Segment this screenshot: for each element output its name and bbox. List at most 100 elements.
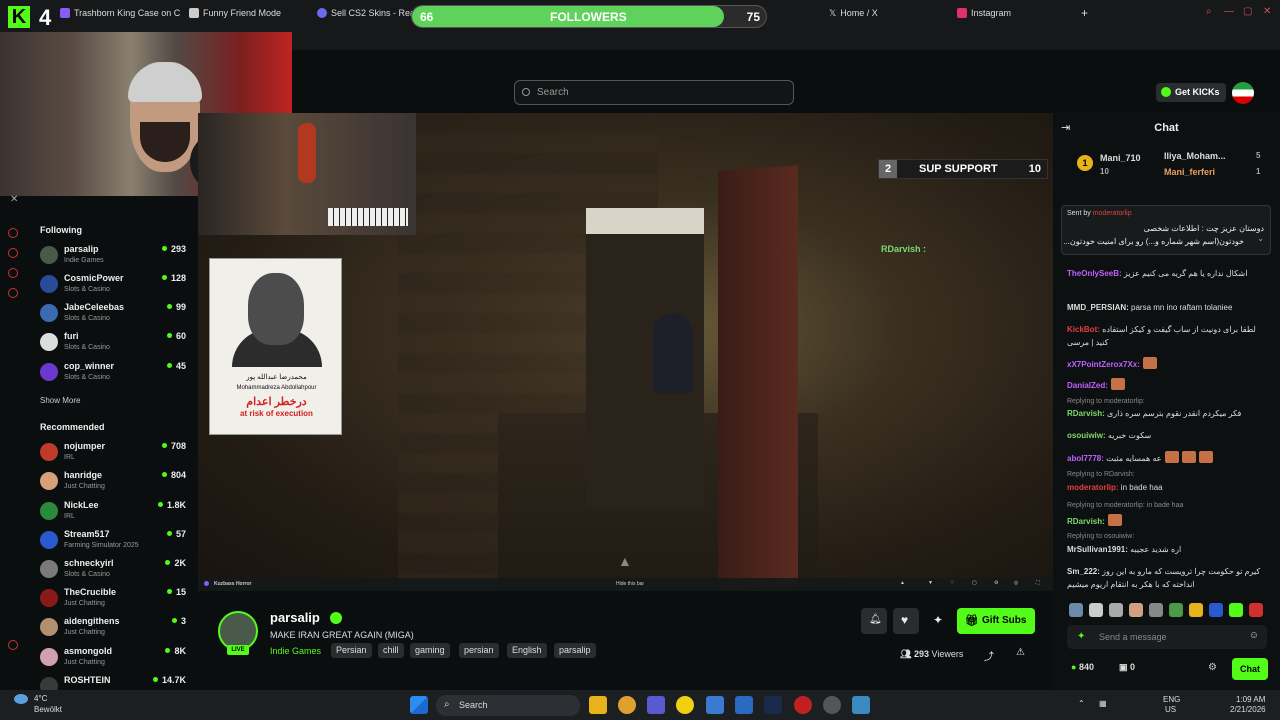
- home-icon[interactable]: [8, 228, 18, 238]
- settings-icon[interactable]: ⚙: [994, 580, 998, 586]
- sidebar-channel-furi[interactable]: furi Slots & Casino 60: [40, 331, 190, 359]
- outlook-icon[interactable]: [735, 696, 753, 714]
- sparkle-icon[interactable]: ✦: [933, 613, 943, 627]
- kick-logo[interactable]: K: [8, 6, 30, 28]
- sidebar-channel-jabeceleebas[interactable]: JabeCeleebas Slots & Casino 99: [40, 302, 190, 330]
- emote[interactable]: [1089, 603, 1103, 617]
- windows-start-icon[interactable]: [410, 696, 428, 714]
- theater-icon[interactable]: ◎: [1014, 580, 1018, 586]
- app-icon[interactable]: [618, 696, 636, 714]
- emote[interactable]: [1169, 603, 1183, 617]
- new-tab-button[interactable]: +: [1081, 6, 1088, 20]
- emoji-icon[interactable]: ☺: [1249, 630, 1259, 641]
- sidebar-channel-nojumper[interactable]: nojumper IRL 708: [40, 441, 190, 469]
- show-more-link[interactable]: Show More: [40, 396, 80, 405]
- minimize-icon[interactable]: —: [1224, 6, 1234, 17]
- chat-input[interactable]: ✦ Send a message ☺: [1067, 625, 1267, 649]
- emote[interactable]: [1129, 603, 1143, 617]
- channel-points[interactable]: ▣ 0: [1119, 662, 1135, 673]
- settings-icon[interactable]: [823, 696, 841, 714]
- sidebar-channel-hanridge[interactable]: hanridge Just Chatting 804: [40, 470, 190, 498]
- dislike-icon[interactable]: ▼: [928, 580, 933, 586]
- streamer-name[interactable]: parsalip: [270, 610, 320, 625]
- emote[interactable]: [1109, 603, 1123, 617]
- sidebar-channel-stream517[interactable]: Stream517 Farming Simulator 2025 57: [40, 529, 190, 557]
- emote[interactable]: [1189, 603, 1203, 617]
- emote[interactable]: [1209, 603, 1223, 617]
- file-explorer-icon[interactable]: [589, 696, 607, 714]
- gifter-2-name[interactable]: Iliya_Moham...: [1164, 151, 1226, 161]
- user-avatar[interactable]: [1232, 82, 1254, 104]
- emote[interactable]: [1229, 603, 1243, 617]
- sidebar-channel-schneckyirl[interactable]: schneckyirl Slots & Casino 2K: [40, 558, 190, 586]
- app-icon[interactable]: [852, 696, 870, 714]
- hide-bar-button[interactable]: Hide this bar: [616, 581, 644, 587]
- collapse-chat-icon[interactable]: ⇥: [1061, 121, 1070, 134]
- browse-icon[interactable]: [8, 248, 18, 258]
- app-icon[interactable]: [676, 696, 694, 714]
- sidebar-channel-parsalip[interactable]: parsalip Indie Games 293: [40, 244, 190, 272]
- tag-english[interactable]: English: [507, 643, 547, 658]
- emote[interactable]: [1069, 603, 1083, 617]
- sidebar-channel-cop-winner[interactable]: cop_winner Slots & Casino 45: [40, 361, 190, 389]
- gift-subs-button[interactable]: 🎁︎ Gift Subs: [957, 608, 1035, 634]
- stream-category[interactable]: Indie Games: [270, 646, 321, 656]
- get-kicks-button[interactable]: Get KICKs: [1156, 83, 1226, 102]
- tag-chill[interactable]: chill: [378, 643, 404, 658]
- opera-icon[interactable]: [794, 696, 812, 714]
- tab-funny-friend[interactable]: Funny Friend Mode: [189, 6, 281, 20]
- search-input[interactable]: Search: [514, 80, 794, 105]
- teams-icon[interactable]: [647, 696, 665, 714]
- sidebar-channel-aidengithens[interactable]: aidengithens Just Chatting 3: [40, 616, 190, 644]
- follow-button[interactable]: ♥: [893, 608, 919, 634]
- tag-persian[interactable]: Persian: [331, 643, 372, 658]
- tab-sell-cs2[interactable]: Sell CS2 Skins - Real: [317, 6, 417, 20]
- share-icon[interactable]: ⤴: [984, 648, 994, 663]
- settings-icon[interactable]: ⚙: [1208, 662, 1217, 673]
- report-icon[interactable]: ⚠: [1016, 647, 1025, 658]
- network-icon[interactable]: ▦: [1099, 699, 1107, 708]
- tag-persian-2[interactable]: persian: [459, 643, 499, 658]
- star-icon[interactable]: [8, 288, 18, 298]
- close-icon[interactable]: ✕: [1263, 6, 1271, 17]
- sidebar-channel-nicklee[interactable]: NickLee IRL 1.8K: [40, 500, 190, 528]
- emote[interactable]: [1149, 603, 1163, 617]
- gift-icon: 🎁︎: [965, 615, 979, 627]
- chat-title: Chat: [1154, 122, 1179, 134]
- maximize-icon[interactable]: ▢: [1243, 6, 1252, 17]
- pinned-message[interactable]: Sent by moderatorlip دوستان عزیز چت : اط…: [1061, 205, 1271, 255]
- avatar: [40, 589, 58, 607]
- favorite-icon[interactable]: ♡: [950, 580, 954, 586]
- store-icon[interactable]: [706, 696, 724, 714]
- comment-icon[interactable]: ▢: [972, 580, 977, 586]
- sidebar-channel-thecrucible[interactable]: TheCrucible Just Chatting 15: [40, 587, 190, 615]
- top-gifter-name[interactable]: Mani_710: [1100, 153, 1141, 163]
- like-icon[interactable]: ▲: [900, 580, 905, 586]
- sidebar-channel-cosmicpower[interactable]: CosmicPower Slots & Casino 128: [40, 273, 190, 301]
- gift-icon[interactable]: [8, 268, 18, 278]
- kicks-icon: ●: [1071, 662, 1079, 672]
- emote[interactable]: [1249, 603, 1263, 617]
- tab-instagram[interactable]: Instagram: [957, 6, 1011, 20]
- sidebar-channel-roshtein[interactable]: ROSHTEIN 14.7K: [40, 675, 190, 690]
- chevron-up-icon[interactable]: ⌃: [1078, 699, 1085, 708]
- tab-trashborn[interactable]: Trashborn King Case on C: [60, 6, 180, 20]
- taskbar-search[interactable]: ⌕ Search: [436, 695, 580, 716]
- tag-parsalip[interactable]: parsalip: [554, 643, 596, 658]
- sidebar-channel-asmongold[interactable]: asmongold Just Chatting 8K: [40, 646, 190, 674]
- emote: [1107, 514, 1122, 526]
- notification-button[interactable]: 🔔︎: [861, 608, 887, 634]
- clock-time[interactable]: 1:09 AM: [1236, 695, 1265, 704]
- gifter-3-name[interactable]: Mani_ferferi: [1164, 167, 1215, 177]
- tab-home-x[interactable]: 𝕏 Home / X: [829, 6, 878, 20]
- tag-gaming[interactable]: gaming: [410, 643, 450, 658]
- chevron-down-icon[interactable]: ⌄: [1257, 234, 1264, 243]
- steam-icon[interactable]: [764, 696, 782, 714]
- emote: [1181, 451, 1196, 463]
- search-icon[interactable]: ⌕: [1206, 6, 1212, 17]
- fullscreen-icon[interactable]: ⛶: [1036, 580, 1040, 586]
- close-overlay-icon[interactable]: ✕: [10, 194, 18, 205]
- extra-icon[interactable]: [8, 640, 18, 650]
- overlay-count: 4: [39, 5, 52, 30]
- chat-send-button[interactable]: Chat: [1232, 658, 1268, 680]
